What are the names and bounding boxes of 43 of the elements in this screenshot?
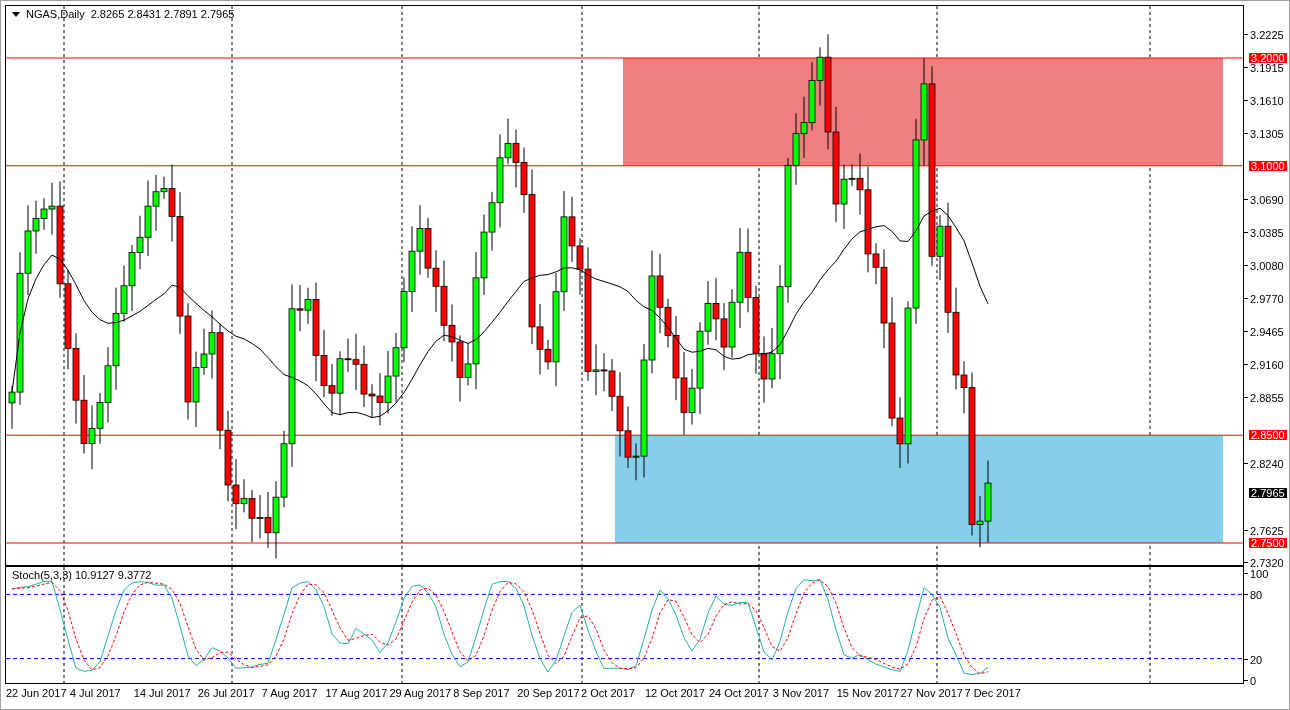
date-label: 24 Oct 2017 xyxy=(708,687,769,699)
ohlc-values: 2.8265 2.8431 2.7891 2.7965 xyxy=(90,8,235,20)
date-label: 15 Nov 2017 xyxy=(836,687,900,699)
price-tick: 3.1915 xyxy=(1250,62,1284,74)
price-level-tag: 2.8500 xyxy=(1249,430,1287,441)
price-tick: 3.0385 xyxy=(1250,227,1284,239)
price-tick: 3.1305 xyxy=(1250,128,1284,140)
date-label: 7 Dec 2017 xyxy=(964,687,1021,699)
indicator-tick: 0 xyxy=(1250,675,1257,687)
price-tick: 3.0690 xyxy=(1250,194,1284,206)
price-tick: 2.7625 xyxy=(1250,525,1284,537)
price-level-tag: 3.2000 xyxy=(1249,53,1287,63)
date-label: 29 Aug 2017 xyxy=(389,687,452,699)
indicator-tick: 100 xyxy=(1250,568,1269,580)
date-label: 14 Jul 2017 xyxy=(133,687,191,699)
date-label: 17 Aug 2017 xyxy=(325,687,388,699)
indicator-tick: 80 xyxy=(1250,590,1263,601)
indicator-label: Stoch(5,3,3) 10.9127 9.3772 xyxy=(12,569,152,581)
price-tick: 2.9465 xyxy=(1250,326,1284,338)
date-label: 26 Jul 2017 xyxy=(197,687,255,699)
price-tick: 3.0080 xyxy=(1250,260,1284,272)
price-level-tag: 3.1000 xyxy=(1249,160,1287,171)
date-label: 3 Nov 2017 xyxy=(772,687,830,699)
price-tick: 3.1610 xyxy=(1250,95,1284,107)
date-label: 4 Jul 2017 xyxy=(69,687,121,699)
date-label: 20 Sep 2017 xyxy=(517,687,580,699)
price-tick: 3.2225 xyxy=(1250,29,1284,41)
price-tick: 2.8240 xyxy=(1250,458,1284,470)
symbol-label: NGAS,Daily xyxy=(26,8,85,20)
price-level-tag: 2.7500 xyxy=(1249,538,1287,548)
date-label: 12 Oct 2017 xyxy=(645,687,705,699)
date-label: 2 Oct 2017 xyxy=(581,687,635,699)
indicator-tick: 20 xyxy=(1250,654,1263,666)
date-label: 8 Sep 2017 xyxy=(453,687,510,699)
date-label: 22 Jun 2017 xyxy=(6,687,67,699)
price-tick: 2.8855 xyxy=(1250,392,1284,404)
dropdown-icon[interactable] xyxy=(12,11,20,17)
current-price-tag: 2.7965 xyxy=(1249,487,1287,498)
date-label: 27 Nov 2017 xyxy=(900,687,963,699)
price-tick: 2.9160 xyxy=(1250,359,1284,371)
price-tick: 2.9770 xyxy=(1250,293,1284,305)
date-label: 7 Aug 2017 xyxy=(261,687,318,699)
price-tick: 2.7320 xyxy=(1250,558,1284,569)
